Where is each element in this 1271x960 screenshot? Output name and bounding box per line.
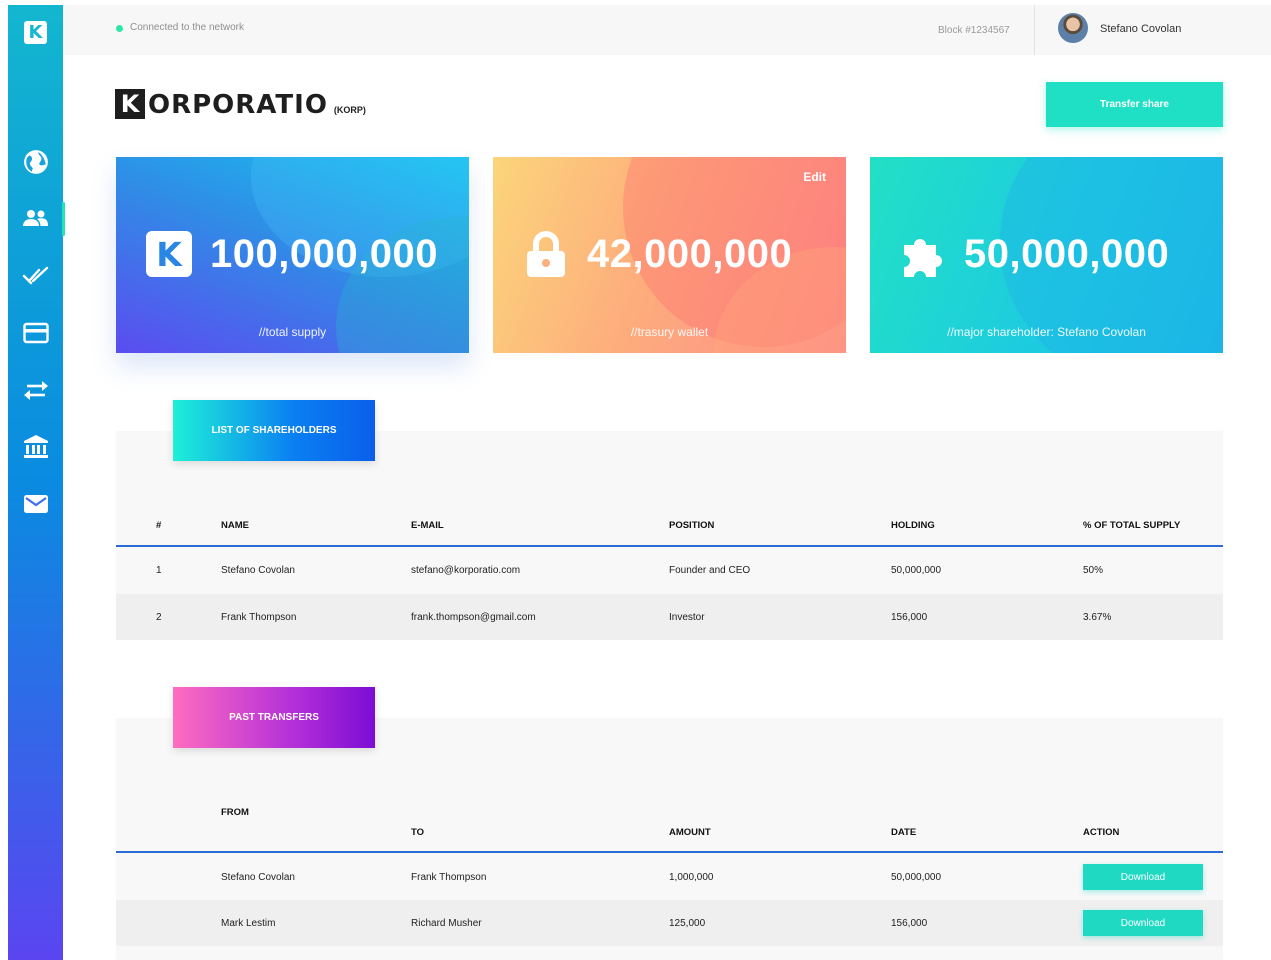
edit-treasury-link[interactable]: Edit xyxy=(803,170,826,184)
globe-icon[interactable] xyxy=(22,148,49,175)
puzzle-icon xyxy=(900,231,946,277)
cell-number: 1 xyxy=(156,565,162,576)
mail-icon[interactable] xyxy=(22,490,49,517)
svg-text:K: K xyxy=(156,235,183,274)
col-header-to: TO xyxy=(411,827,425,838)
tab-shareholders[interactable]: LIST OF SHAREHOLDERS xyxy=(173,400,375,461)
col-header-amount: AMOUNT xyxy=(669,827,711,838)
cell-name: Frank Thompson xyxy=(221,612,297,623)
cell-percent: 3.67% xyxy=(1083,612,1112,623)
cell-email: stefano@korporatio.com xyxy=(411,565,521,576)
cell-date: 50,000,000 xyxy=(891,872,942,883)
download-button[interactable]: Download xyxy=(1083,910,1203,936)
col-header-email: E-MAIL xyxy=(411,520,444,531)
major-shareholder-card: 50,000,000 //major shareholder: Stefano … xyxy=(870,157,1223,353)
k-logo-icon: K xyxy=(146,231,192,277)
transfer-share-button[interactable]: Transfer share xyxy=(1046,82,1223,127)
connection-status-icon xyxy=(116,25,123,32)
cell-amount: 1,000,000 xyxy=(669,872,714,883)
cell-holding: 50,000,000 xyxy=(891,565,942,576)
tab-past-transfers[interactable]: PAST TRANSFERS xyxy=(173,687,375,748)
connection-status: Connected to the network xyxy=(130,22,244,33)
col-header-name: NAME xyxy=(221,520,249,531)
cell-date: 156,000 xyxy=(891,918,928,929)
treasury-label: //trasury wallet xyxy=(630,325,709,339)
top-bar: Connected to the network Block #1234567 … xyxy=(63,5,1271,55)
credit-card-icon[interactable] xyxy=(22,319,49,346)
user-name[interactable]: Stefano Covolan xyxy=(1100,23,1181,35)
lock-icon xyxy=(523,231,569,277)
company-brand: K ORPORATIO (KORP) xyxy=(115,89,366,119)
bank-icon[interactable] xyxy=(22,433,49,460)
app-logo[interactable]: K xyxy=(24,21,47,44)
cell-position: Founder and CEO xyxy=(669,565,751,576)
col-header-date: DATE xyxy=(891,827,917,838)
total-supply-card: K 100,000,000 //total supply xyxy=(116,157,469,353)
divider xyxy=(1034,5,1035,55)
col-header-from: FROM xyxy=(221,807,249,818)
brand-name: ORPORATIO xyxy=(148,90,328,120)
col-header-position: POSITION xyxy=(669,520,715,531)
cell-number: 2 xyxy=(156,612,162,623)
treasury-value: 42,000,000 xyxy=(587,232,793,276)
double-check-icon[interactable] xyxy=(22,262,49,289)
cell-to: Frank Thompson xyxy=(411,872,487,883)
avatar[interactable] xyxy=(1058,13,1088,43)
block-number: Block #1234567 xyxy=(938,25,1010,36)
nav-active-indicator xyxy=(62,202,65,236)
treasury-wallet-card: Edit 42,000,000 //trasury wallet xyxy=(493,157,846,353)
transfer-arrows-icon[interactable] xyxy=(22,376,49,403)
major-shareholder-value: 50,000,000 xyxy=(964,232,1170,276)
cell-to: Richard Musher xyxy=(411,918,482,929)
users-icon[interactable] xyxy=(22,205,49,232)
col-header-number: # xyxy=(156,520,162,531)
cell-from: Mark Lestim xyxy=(221,918,276,929)
cell-percent: 50% xyxy=(1083,565,1104,576)
col-header-percent: % OF TOTAL SUPPLY xyxy=(1083,520,1181,531)
brand-logo: K xyxy=(115,89,145,119)
total-supply-label: //total supply xyxy=(258,325,327,339)
cell-name: Stefano Covolan xyxy=(221,565,295,576)
total-supply-value: 100,000,000 xyxy=(210,232,438,276)
cell-holding: 156,000 xyxy=(891,612,928,623)
cell-position: Investor xyxy=(669,612,705,623)
col-header-action: ACTION xyxy=(1083,827,1120,838)
col-header-holding: HOLDING xyxy=(891,520,935,531)
download-button[interactable]: Download xyxy=(1083,864,1203,890)
sidebar: K xyxy=(8,5,65,960)
cell-from: Stefano Covolan xyxy=(221,872,295,883)
cell-email: frank.thompson@gmail.com xyxy=(411,612,536,623)
cell-amount: 125,000 xyxy=(669,918,706,929)
brand-ticker: (KORP) xyxy=(333,105,366,115)
major-shareholder-label: //major shareholder: Stefano Covolan xyxy=(947,325,1146,339)
